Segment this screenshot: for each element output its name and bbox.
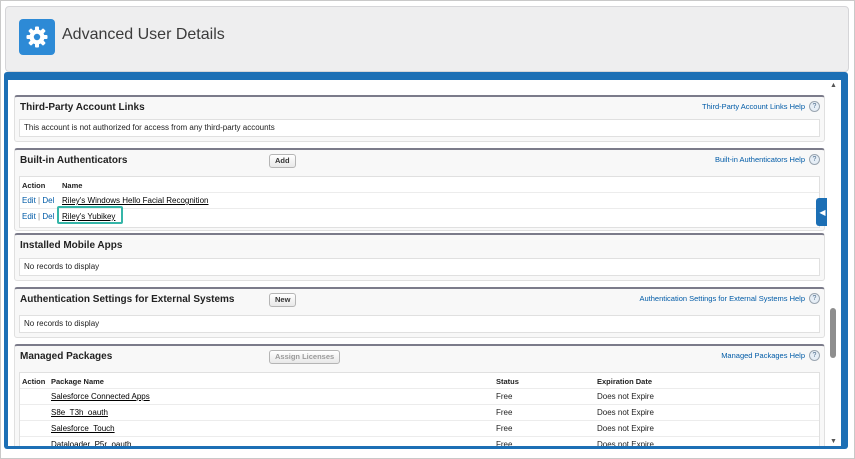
third-party-links-help[interactable]: Third-Party Account Links Help ? (702, 101, 820, 112)
scroll-down-arrow-icon[interactable]: ▼ (830, 438, 837, 445)
add-authenticator-button[interactable]: Add (269, 154, 296, 168)
section-title: Managed Packages (20, 351, 113, 362)
message-box: No records to display (19, 315, 820, 333)
mobile-apps-section: Installed Mobile Apps No records to disp… (14, 233, 825, 281)
package-expiration: Does not Expire (597, 408, 654, 417)
section-title: Third-Party Account Links (20, 102, 145, 113)
column-header-action: Action (22, 181, 46, 190)
package-name-link[interactable]: Salesforce_Touch (51, 421, 115, 436)
assign-licenses-button[interactable]: Assign Licenses (269, 350, 341, 364)
details-panel: Third-Party Account Links Third-Party Ac… (8, 80, 827, 446)
help-icon[interactable]: ? (809, 293, 820, 304)
chevron-left-icon: ◀ (819, 207, 826, 217)
package-expiration: Does not Expire (597, 424, 654, 433)
table-row: Salesforce Connected Apps Free Does not … (20, 388, 819, 404)
help-icon[interactable]: ? (809, 350, 820, 361)
gear-icon (19, 19, 55, 55)
authenticators-help[interactable]: Built-in Authenticators Help ? (715, 154, 820, 165)
table-row: Salesforce_Touch Free Does not Expire (20, 420, 819, 436)
vertical-scrollbar[interactable]: ▲ ▼ (827, 80, 841, 446)
help-link[interactable]: Built-in Authenticators Help (715, 155, 805, 164)
column-header-status: Status (496, 377, 519, 386)
table-row: Edit | Del Riley's Windows Hello Facial … (20, 192, 819, 208)
managed-packages-help[interactable]: Managed Packages Help ? (721, 350, 820, 361)
page-header: Advanced User Details (5, 6, 849, 72)
package-name-link[interactable]: Salesforce Connected Apps (51, 389, 150, 404)
column-header-package-name: Package Name (51, 377, 104, 386)
packages-table: Action Package Name Status Expiration Da… (19, 372, 820, 446)
help-link[interactable]: Managed Packages Help (721, 351, 805, 360)
section-title: Authentication Settings for External Sys… (20, 294, 235, 305)
help-link[interactable]: Third-Party Account Links Help (702, 102, 805, 111)
action-separator: | (38, 196, 41, 205)
action-separator: | (38, 212, 41, 221)
delete-link[interactable]: Del (42, 196, 54, 205)
row-actions: Edit | Del (22, 193, 54, 208)
external-auth-help[interactable]: Authentication Settings for External Sys… (640, 293, 820, 304)
selection-highlight (57, 206, 123, 224)
package-status: Free (496, 440, 513, 446)
managed-packages-section: Managed Packages Assign Licenses Managed… (14, 344, 825, 446)
message-box: No records to display (19, 258, 820, 276)
help-icon[interactable]: ? (809, 154, 820, 165)
help-link[interactable]: Authentication Settings for External Sys… (640, 294, 806, 303)
no-records-message: No records to display (24, 319, 100, 328)
scrollbar-thumb[interactable] (830, 308, 836, 358)
column-header-expiration: Expiration Date (597, 377, 653, 386)
help-icon[interactable]: ? (809, 101, 820, 112)
row-actions: Edit | Del (22, 209, 54, 224)
section-title: Built-in Authenticators (20, 155, 128, 166)
package-status: Free (496, 424, 513, 433)
column-header-action: Action (22, 377, 46, 386)
delete-link[interactable]: Del (42, 212, 54, 221)
edit-link[interactable]: Edit (22, 196, 36, 205)
package-expiration: Does not Expire (597, 440, 654, 446)
package-expiration: Does not Expire (597, 392, 654, 401)
table-row: S8e_T3h_oauth Free Does not Expire (20, 404, 819, 420)
edit-link[interactable]: Edit (22, 212, 36, 221)
page-title: Advanced User Details (62, 26, 225, 43)
package-name-link[interactable]: Dataloader_P5r_oauth (51, 437, 132, 446)
column-header-name: Name (62, 181, 83, 190)
section-title: Installed Mobile Apps (20, 240, 123, 251)
no-records-message: No records to display (24, 262, 100, 271)
new-button[interactable]: New (269, 293, 297, 307)
table-row: Edit | Del Riley's Yubikey (20, 208, 819, 224)
external-auth-section: Authentication Settings for External Sys… (14, 287, 825, 338)
package-status: Free (496, 392, 513, 401)
package-name-link[interactable]: S8e_T3h_oauth (51, 405, 108, 420)
no-access-message: This account is not authorized for acces… (24, 123, 275, 132)
message-box: This account is not authorized for acces… (19, 119, 820, 137)
authenticators-table: Action Name Edit | Del Riley's Windows H… (19, 176, 820, 228)
package-status: Free (496, 408, 513, 417)
authenticators-section: Built-in Authenticators Add Built-in Aut… (14, 148, 825, 231)
third-party-links-section: Third-Party Account Links Third-Party Ac… (14, 95, 825, 142)
scroll-up-arrow-icon[interactable]: ▲ (830, 82, 837, 89)
table-row: Dataloader_P5r_oauth Free Does not Expir… (20, 436, 819, 446)
